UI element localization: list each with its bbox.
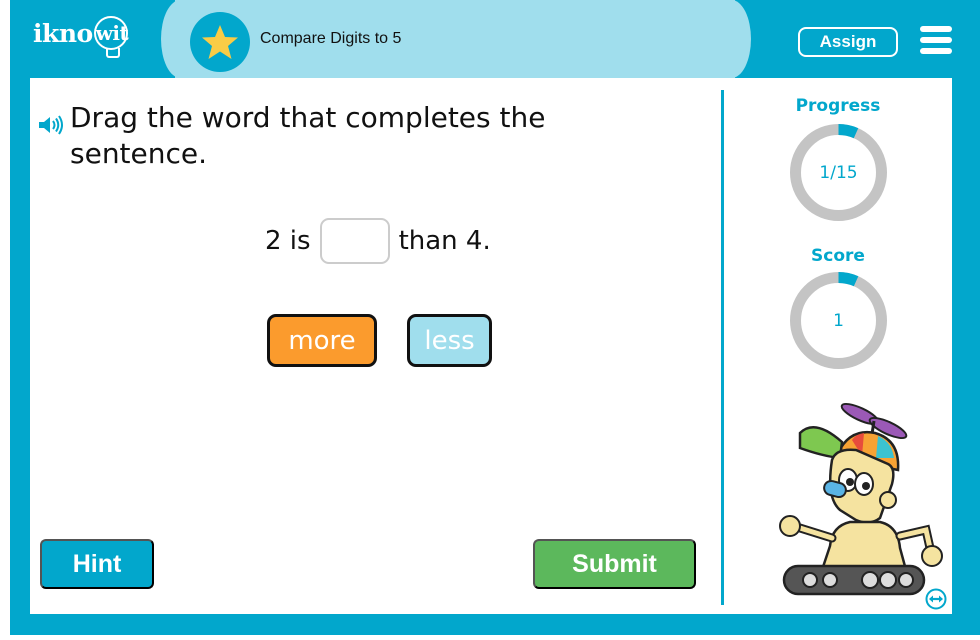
score-value: 1 (833, 310, 844, 331)
lesson-title-band (161, 0, 751, 78)
answer-drop-slot[interactable] (319, 218, 390, 264)
fill-in-sentence: 2 is than 4. (265, 218, 491, 264)
menu-bar (920, 37, 952, 43)
word-tile-less[interactable]: less (407, 314, 492, 367)
swap-arrows-icon[interactable] (925, 588, 947, 610)
progress-ring: 1/15 (789, 123, 888, 222)
score-ring: 1 (789, 271, 888, 370)
lesson-title: Compare Digits to 5 (260, 30, 402, 47)
menu-bar (920, 26, 952, 32)
sentence-after: than 4. (398, 226, 491, 256)
question-prompt: Drag the word that completes the sentenc… (38, 100, 678, 172)
robot-mascot (779, 402, 943, 596)
star-icon (202, 25, 238, 59)
progress-label: Progress (795, 96, 881, 116)
assign-button[interactable]: Assign (798, 27, 898, 57)
speaker-icon[interactable] (38, 100, 68, 172)
submit-button[interactable]: Submit (533, 539, 696, 589)
iknowit-logo[interactable]: ikno wit (33, 16, 129, 58)
menu-bar (920, 48, 952, 54)
progress-value: 1/15 (819, 162, 858, 183)
star-badge (190, 12, 250, 72)
hint-button[interactable]: Hint (40, 539, 154, 589)
lightbulb-logo-icon: wit (93, 16, 129, 58)
hamburger-menu-icon[interactable] (920, 26, 952, 54)
sentence-before: 2 is (265, 226, 311, 256)
question-text: Drag the word that completes the sentenc… (70, 101, 546, 170)
logo-bulb-text: wit (95, 21, 129, 45)
word-tile-more[interactable]: more (267, 314, 377, 367)
logo-text: ikno (33, 18, 93, 48)
score-label: Score (811, 246, 865, 266)
sidebar-divider (721, 90, 724, 605)
